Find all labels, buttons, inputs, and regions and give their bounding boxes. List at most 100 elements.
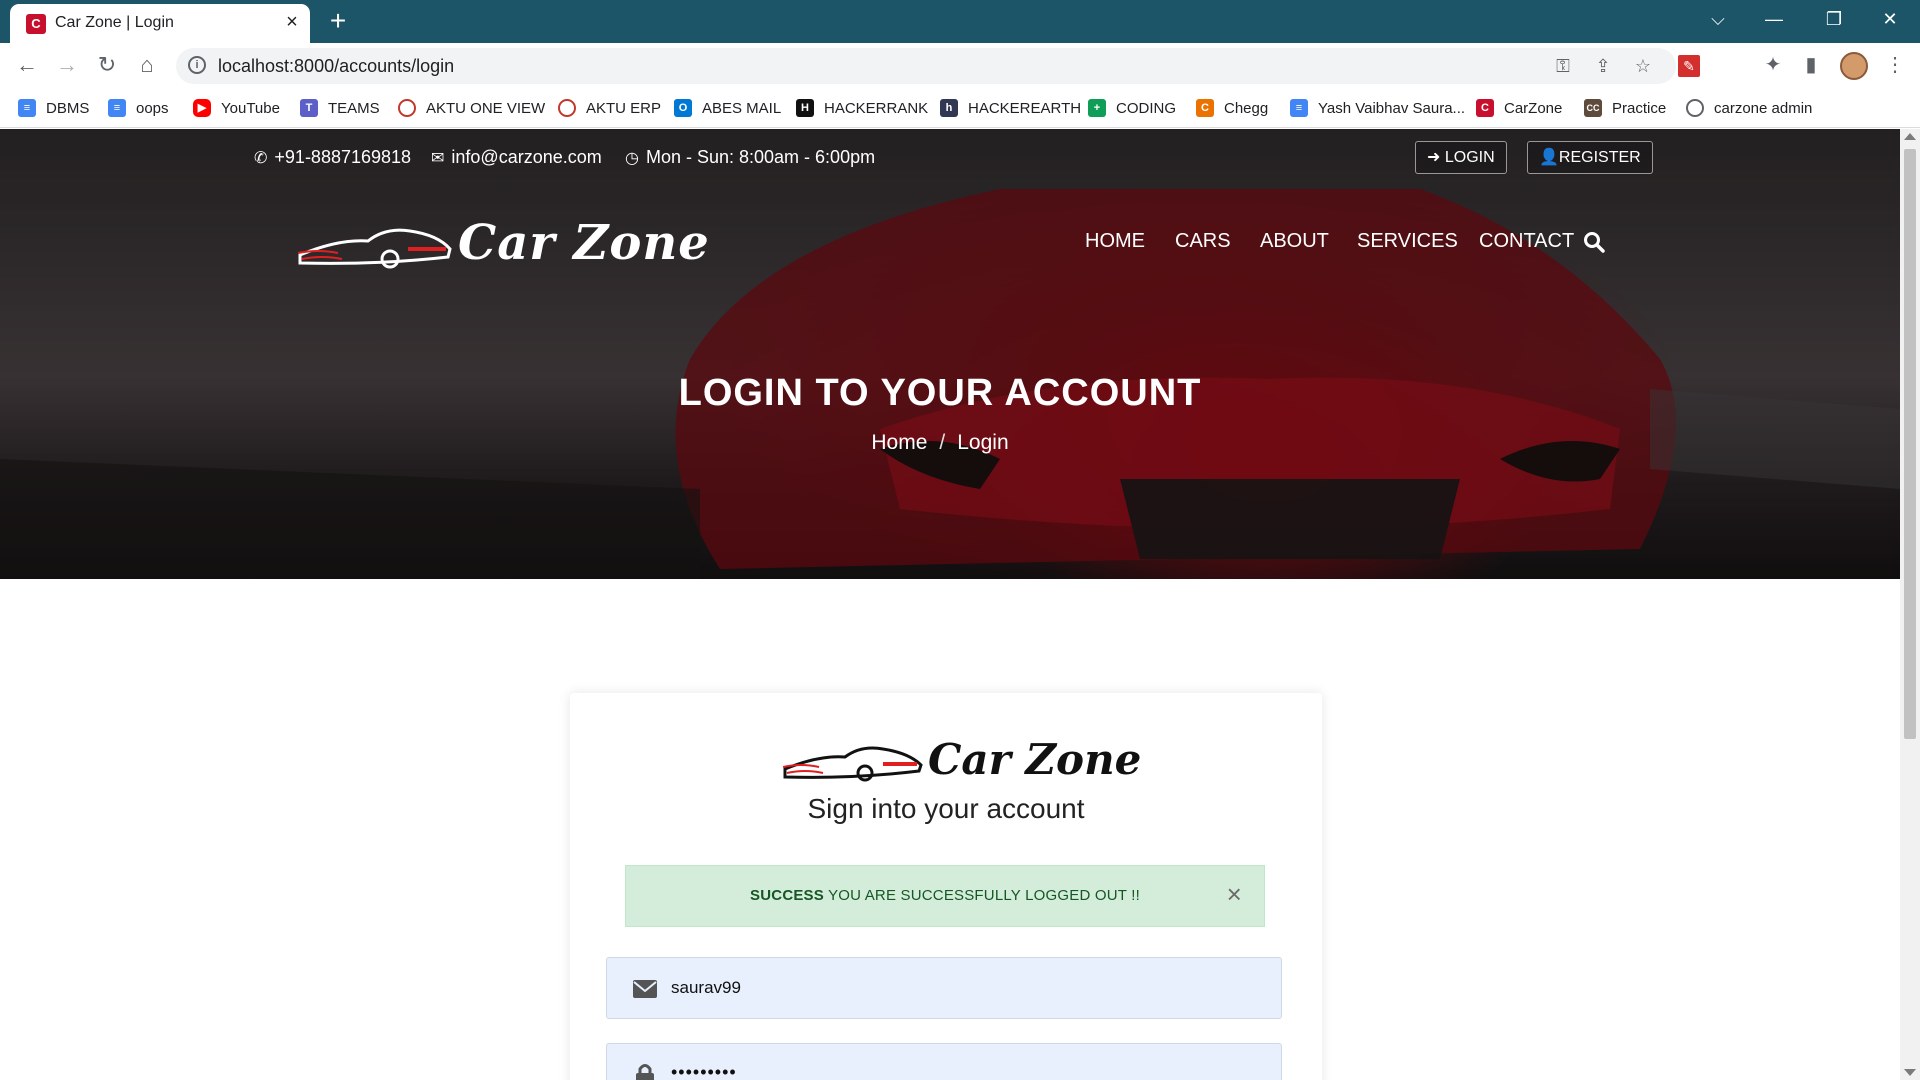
aktu-icon — [398, 99, 416, 117]
login-card: Car Zone Sign into your account SUCCESS … — [570, 693, 1322, 1080]
bookmark-oops[interactable]: ≡ oops — [108, 96, 169, 120]
bookmark-carzone[interactable]: C CarZone — [1476, 96, 1562, 120]
bookmark-abes-mail[interactable]: O ABES MAIL — [674, 96, 781, 120]
browser-titlebar: C Car Zone | Login × + ⌵ — ❐ ✕ — [0, 0, 1920, 43]
breadcrumb: Home / Login — [0, 431, 1880, 455]
bookmark-aktu-erp[interactable]: AKTU ERP — [558, 96, 661, 120]
bookmark-teams[interactable]: T TEAMS — [300, 96, 380, 120]
topbar-email: ✉ info@carzone.com — [431, 147, 602, 167]
hackerrank-icon: H — [796, 99, 814, 117]
card-logo: Car Zone — [783, 735, 1141, 785]
car-logo-icon — [783, 746, 923, 782]
bookmarks-bar: ≡ DBMS ≡ oops ▶ YouTube T TEAMS AKTU ONE VIE… — [0, 88, 1920, 128]
browser-tab-active[interactable]: C Car Zone | Login × — [10, 4, 310, 43]
topbar-register-button[interactable]: 👤REGISTER — [1527, 141, 1653, 174]
close-window-button[interactable]: ✕ — [1862, 0, 1918, 40]
scroll-down-arrow-icon[interactable] — [1904, 1069, 1916, 1076]
back-icon[interactable]: ← — [12, 51, 42, 81]
new-tab-button[interactable]: + — [322, 6, 354, 38]
bookmark-carzone-admin[interactable]: carzone admin — [1686, 96, 1812, 120]
bookmark-coding[interactable]: + CODING — [1088, 96, 1176, 120]
alert-close-icon[interactable]: × — [1227, 866, 1242, 922]
teams-icon: T — [300, 99, 318, 117]
tab-search-chevron-icon[interactable]: ⌵ — [1690, 0, 1746, 40]
sign-in-icon: ➜ — [1427, 149, 1441, 166]
chegg-icon: C — [1196, 99, 1214, 117]
reload-icon[interactable]: ↻ — [92, 51, 122, 81]
nav-about[interactable]: ABOUT — [1260, 230, 1329, 253]
menu-kebab-icon[interactable]: ⋮ — [1880, 51, 1910, 81]
hackerearth-icon: h — [940, 99, 958, 117]
sheets-icon: + — [1088, 99, 1106, 117]
password-field[interactable]: ••••••••• — [606, 1043, 1282, 1080]
tab-favicon: C — [26, 14, 46, 34]
bookmark-yash-vaibhav[interactable]: ≡ Yash Vaibhav Saura... — [1290, 96, 1465, 120]
doc-icon: ≡ — [108, 99, 126, 117]
envelope-icon — [633, 980, 657, 998]
bookmark-aktu-one-view[interactable]: AKTU ONE VIEW — [398, 96, 545, 120]
page-viewport: ✆ +91-8887169818 ✉ info@carzone.com ◷ Mon -… — [0, 129, 1900, 1080]
user-icon: 👤 — [1539, 149, 1559, 166]
bookmark-hackerrank[interactable]: H HACKERRANK — [796, 96, 928, 120]
side-panel-icon[interactable]: ▮ — [1796, 51, 1826, 81]
carzone-icon: C — [1476, 99, 1494, 117]
bookmark-star-icon[interactable]: ☆ — [1630, 54, 1656, 80]
scroll-thumb[interactable] — [1904, 149, 1916, 739]
outlook-icon: O — [674, 99, 692, 117]
search-icon[interactable] — [1582, 230, 1606, 254]
restore-button[interactable]: ❐ — [1806, 0, 1862, 40]
envelope-icon: ✉ — [431, 149, 445, 167]
profile-avatar[interactable] — [1840, 52, 1868, 80]
site-info-icon[interactable]: i — [188, 56, 206, 74]
breadcrumb-separator: / — [939, 431, 946, 454]
forward-icon[interactable]: → — [52, 51, 82, 81]
minimize-button[interactable]: — — [1746, 0, 1802, 40]
topbar-phone: ✆ +91-8887169818 — [254, 147, 412, 167]
breadcrumb-home[interactable]: Home — [871, 431, 927, 454]
cc-icon: CC — [1584, 99, 1602, 117]
hero-banner: ✆ +91-8887169818 ✉ info@carzone.com ◷ Mon -… — [0, 129, 1900, 579]
page-scrollbar[interactable] — [1900, 129, 1920, 1080]
username-value: saurav99 — [671, 978, 741, 997]
password-value: ••••••••• — [671, 1062, 737, 1080]
contact-topbar: ✆ +91-8887169818 ✉ info@carzone.com ◷ Mon -… — [0, 129, 1900, 189]
scroll-up-arrow-icon[interactable] — [1904, 133, 1916, 140]
nav-home[interactable]: HOME — [1085, 230, 1145, 253]
tab-title: Car Zone | Login — [55, 14, 174, 31]
breadcrumb-current: Login — [957, 431, 1009, 454]
bookmark-chegg[interactable]: C Chegg — [1196, 96, 1268, 120]
youtube-icon: ▶ — [193, 99, 211, 117]
home-icon[interactable]: ⌂ — [132, 51, 162, 81]
aktu-icon — [558, 99, 576, 117]
logo-text: Car Zone — [458, 215, 710, 271]
extensions-puzzle-icon[interactable]: ✦ — [1758, 51, 1788, 81]
bookmark-hackerearth[interactable]: h HACKEREARTH — [940, 96, 1081, 120]
nav-contact[interactable]: CONTACT — [1479, 230, 1574, 253]
bookmark-dbms[interactable]: ≡ DBMS — [18, 96, 89, 120]
topbar-login-button[interactable]: ➜ LOGIN — [1415, 141, 1507, 174]
pdf-extension-icon[interactable]: ✎ — [1678, 55, 1700, 77]
username-field[interactable]: saurav99 — [606, 957, 1282, 1019]
clock-icon: ◷ — [625, 149, 639, 167]
alert-message: YOU ARE SUCCESSFULLY LOGGED OUT !! — [823, 887, 1140, 904]
nav-cars[interactable]: CARS — [1175, 230, 1231, 253]
lock-icon — [636, 1064, 654, 1080]
address-bar[interactable]: i localhost:8000/accounts/login ⚿ ⇪ ☆ — [176, 48, 1676, 84]
topbar-hours: ◷ Mon - Sun: 8:00am - 6:00pm — [625, 147, 876, 167]
share-icon[interactable]: ⇪ — [1590, 54, 1616, 80]
key-icon[interactable]: ⚿ — [1550, 54, 1576, 80]
globe-icon — [1686, 99, 1704, 117]
tab-close-icon[interactable]: × — [280, 10, 304, 34]
page-title: LOGIN TO YOUR ACCOUNT — [678, 372, 1202, 414]
signin-heading: Sign into your account — [807, 793, 1085, 824]
doc-icon: ≡ — [1290, 99, 1308, 117]
address-url[interactable]: localhost:8000/accounts/login — [218, 56, 454, 77]
browser-toolbar: ← → ↻ ⌂ i localhost:8000/accounts/login … — [0, 43, 1920, 88]
alert-strong: SUCCESS — [750, 887, 824, 904]
doc-icon: ≡ — [18, 99, 36, 117]
bookmark-practice[interactable]: CC Practice — [1584, 96, 1666, 120]
nav-services[interactable]: SERVICES — [1357, 230, 1458, 253]
phone-icon: ✆ — [254, 149, 268, 167]
site-logo[interactable]: Car Zone — [298, 215, 709, 275]
bookmark-youtube[interactable]: ▶ YouTube — [193, 96, 280, 120]
